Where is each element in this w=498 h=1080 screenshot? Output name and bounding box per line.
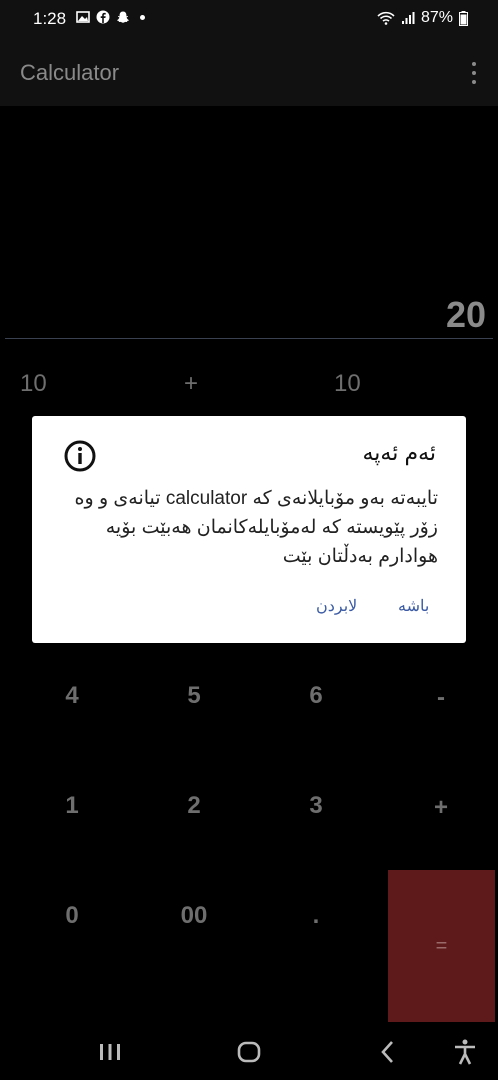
navigation-bar <box>0 1025 498 1080</box>
snapchat-icon <box>116 10 130 24</box>
dialog-message: تایبەتە بەو مۆبایلانەی کە calculator تیا… <box>74 488 438 567</box>
info-dialog: ئەم ئەپە تایبەتە بەو مۆبایلانەی کە calcu… <box>32 416 466 643</box>
recent-apps-icon[interactable] <box>95 1037 125 1067</box>
key-0[interactable]: 0 <box>22 902 122 930</box>
dismiss-button[interactable]: لابردن <box>316 596 357 616</box>
app-bar: Calculator <box>0 38 498 106</box>
accessibility-icon[interactable] <box>450 1037 480 1067</box>
display-divider <box>5 338 493 339</box>
key-equals-label: = <box>435 934 448 957</box>
status-bar: 1:28 87% <box>0 0 498 38</box>
back-icon[interactable] <box>373 1037 403 1067</box>
gallery-icon <box>76 10 90 24</box>
expression-left: 10 <box>20 370 47 397</box>
info-icon <box>64 440 96 472</box>
key-minus[interactable]: - <box>391 684 491 712</box>
key-1[interactable]: 1 <box>22 792 122 820</box>
battery-percent: 87% <box>420 9 453 26</box>
ok-button[interactable]: باشە <box>398 596 429 616</box>
app-title: Calculator <box>20 60 120 85</box>
expression-right: 10 <box>334 370 361 397</box>
result-display: 20 <box>445 294 486 335</box>
key-4[interactable]: 4 <box>22 682 122 710</box>
signal-icon <box>401 12 415 24</box>
facebook-icon <box>96 10 110 24</box>
key-decimal[interactable]: . <box>266 902 366 930</box>
notification-dot <box>140 14 145 20</box>
key-6[interactable]: 6 <box>266 682 366 710</box>
home-icon[interactable] <box>234 1037 264 1067</box>
battery-icon <box>459 10 468 26</box>
key-equals[interactable]: = <box>388 870 495 1022</box>
key-3[interactable]: 3 <box>266 792 366 820</box>
notification-icons <box>76 10 145 24</box>
key-2[interactable]: 2 <box>144 792 244 820</box>
dialog-title: ئەم ئەپە <box>362 440 437 465</box>
wifi-icon <box>377 11 395 25</box>
overflow-menu-icon[interactable] <box>470 62 478 84</box>
status-time: 1:28 <box>33 9 67 28</box>
key-00[interactable]: 00 <box>144 902 244 930</box>
expression-operator: + <box>184 370 199 397</box>
key-plus[interactable]: + <box>391 794 491 822</box>
system-icons: 87% <box>377 9 468 27</box>
key-5[interactable]: 5 <box>144 682 244 710</box>
